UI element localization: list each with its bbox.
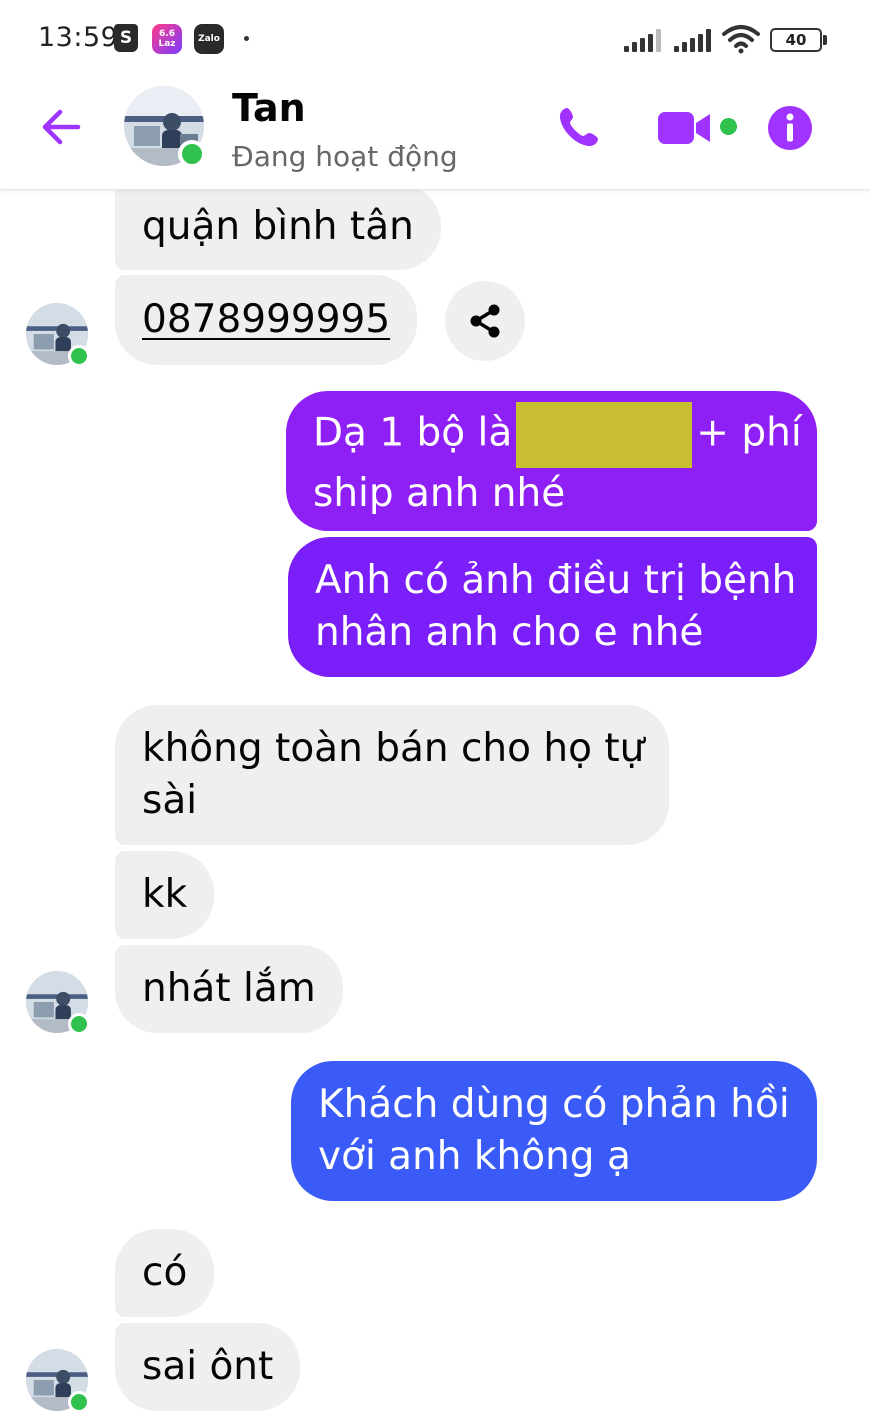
contact-active-status: Đang hoạt động xyxy=(232,140,458,173)
battery-tip xyxy=(823,35,827,45)
video-call-icon[interactable] xyxy=(656,108,714,148)
contact-name[interactable]: Tan xyxy=(232,86,306,130)
message-bubble-incoming[interactable]: có xyxy=(115,1229,215,1317)
message-bubble-outgoing[interactable]: Dạ 1 bộ là + phí ship anh nhé xyxy=(286,391,817,531)
video-online-dot xyxy=(720,118,737,135)
online-status-dot xyxy=(68,345,90,367)
phone-number-link[interactable]: 0878999995 xyxy=(142,294,390,346)
share-button[interactable] xyxy=(445,281,525,361)
online-status-dot xyxy=(68,1013,90,1035)
redaction-block xyxy=(516,402,693,468)
info-icon[interactable] xyxy=(766,104,814,152)
online-status-dot xyxy=(68,1391,90,1413)
message-bubble-outgoing[interactable]: Anh có ảnh điều trị bệnh nhân anh cho e … xyxy=(288,537,817,677)
status-time: 13:59 xyxy=(38,22,119,53)
status-bar: 13:59 S 6.6 Laz Zalo 40 xyxy=(0,0,870,80)
message-bubble-incoming[interactable]: không toàn bán cho họ tự sài xyxy=(115,705,669,845)
message-bubble-incoming[interactable]: sai ônt xyxy=(115,1323,301,1411)
notification-dot-icon xyxy=(244,36,249,41)
online-status-dot xyxy=(178,140,206,168)
phone-call-icon[interactable] xyxy=(554,104,602,152)
lazada-icon: 6.6 Laz xyxy=(152,24,182,54)
back-arrow-icon[interactable] xyxy=(38,104,84,150)
signal-icon xyxy=(624,28,664,52)
message-bubble-incoming[interactable]: nhát lắm xyxy=(115,945,343,1033)
battery-icon: 40 xyxy=(770,28,822,52)
shopee-icon: S xyxy=(114,24,138,52)
signal-icon xyxy=(674,28,714,52)
message-bubble-incoming[interactable]: quận bình tân xyxy=(115,184,441,270)
share-icon xyxy=(470,304,500,338)
message-bubble-outgoing[interactable]: Khách dùng có phản hồi với anh không ạ xyxy=(291,1061,817,1201)
message-bubble-incoming[interactable]: 0878999995 xyxy=(115,275,418,365)
chat-header: Tan Đang hoạt động xyxy=(0,80,870,190)
zalo-icon: Zalo xyxy=(194,24,224,54)
wifi-icon xyxy=(722,25,760,54)
message-bubble-incoming[interactable]: kk xyxy=(115,851,215,939)
